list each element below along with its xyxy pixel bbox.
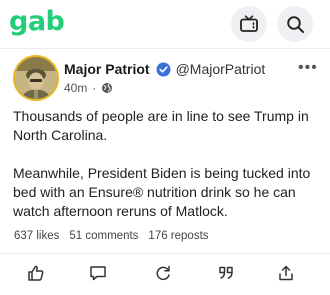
quote-button[interactable]	[213, 260, 239, 286]
top-bar: gab	[0, 0, 330, 46]
verified-badge-icon	[156, 62, 171, 77]
author-line: Major Patriot @MajorPatriot	[64, 61, 265, 77]
post-paragraph: Thousands of people are in line to see T…	[13, 108, 309, 143]
search-icon	[286, 15, 305, 34]
post-timestamp[interactable]: 40m	[64, 81, 87, 95]
repost-icon	[154, 264, 172, 282]
share-icon	[277, 264, 295, 282]
post-stats: 637 likes 51 comments 176 reposts	[14, 230, 209, 242]
post-meta: 40m ·	[64, 81, 113, 95]
gab-logo[interactable]: gab	[9, 6, 65, 37]
action-bar	[0, 260, 330, 286]
post-paragraph: Meanwhile, President Biden is being tuck…	[13, 165, 311, 219]
like-button[interactable]	[23, 260, 49, 286]
post-body: Thousands of people are in line to see T…	[13, 107, 319, 221]
repost-button[interactable]	[150, 260, 176, 286]
quote-icon	[217, 264, 235, 282]
author-display-name[interactable]: Major Patriot	[64, 61, 150, 77]
tv-button[interactable]	[231, 6, 267, 42]
avatar[interactable]	[13, 55, 59, 101]
search-button[interactable]	[277, 6, 313, 42]
comment-icon	[89, 264, 107, 282]
globe-icon	[101, 82, 113, 94]
actions-divider	[0, 253, 330, 254]
header-divider	[0, 48, 330, 49]
meta-separator: ·	[92, 81, 97, 95]
more-options-icon[interactable]: •••	[298, 60, 318, 76]
author-handle[interactable]: @MajorPatriot	[176, 61, 266, 77]
reposts-count[interactable]: 176 reposts	[148, 230, 208, 242]
like-icon	[27, 264, 45, 282]
comment-button[interactable]	[85, 260, 111, 286]
likes-count[interactable]: 637 likes	[14, 230, 59, 242]
comments-count[interactable]: 51 comments	[69, 230, 138, 242]
tv-icon	[239, 15, 259, 33]
share-button[interactable]	[273, 260, 299, 286]
